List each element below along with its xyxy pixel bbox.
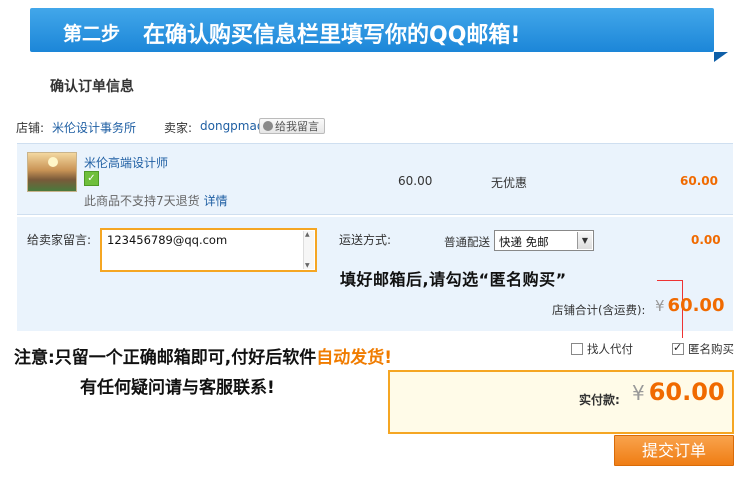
chat-icon [263,121,273,131]
unit-price: 60.00 [398,174,433,188]
seller-badge-icon: ✓ [84,171,99,186]
shipping-fee: 0.00 [691,233,721,247]
seller-name-link[interactable]: dongpmao [200,119,264,133]
details-link[interactable]: 详情 [204,194,228,208]
notice-highlight: 自动发货! [316,348,393,368]
payment-label: 实付款: [579,393,620,407]
proxy-pay-checkbox[interactable] [571,343,583,355]
item-subtotal: 60.00 [680,174,718,188]
anonymous-option[interactable]: 匿名购买 [672,341,734,357]
step-banner: 第二步 在确认购买信息栏里填写你的QQ邮箱! [30,8,728,62]
textarea-scrollbar[interactable] [303,231,314,269]
payment-value: 60.00 [648,378,725,406]
currency-symbol: ¥ [632,381,645,405]
shop-row: 店铺: 米伦设计事务所 卖家: dongpmao 给我留言 [16,118,736,139]
shop-total-value: 60.00 [667,295,725,316]
return-note: 此商品不支持7天退货 [84,194,200,208]
currency-symbol: ¥ [655,297,665,315]
anonymous-label: 匿名购买 [688,342,734,356]
item-thumbnail[interactable] [27,152,77,192]
banner-title: 在确认购买信息栏里填写你的QQ邮箱! [143,23,521,48]
payment-summary: 实付款: ¥60.00 [388,370,734,434]
item-title-link[interactable]: 米伦高端设计师 [84,154,168,171]
banner-ribbon-fold [714,52,728,62]
shop-label: 店铺: [16,121,45,135]
shipping-select[interactable]: 快递 免邮 ▼ [494,230,594,251]
return-policy: 此商品不支持7天退货 详情 [84,192,228,209]
proxy-pay-option[interactable]: 找人代付 [571,341,633,357]
seller-label: 卖家: [164,121,193,135]
message-button-label: 给我留言 [275,120,319,133]
shop-total-label: 店铺合计(含运费): [552,303,646,317]
shipping-label: 运送方式: [339,233,392,247]
shipping-normal: 普通配送 [444,235,490,249]
shop-name-link[interactable]: 米伦设计事务所 [52,119,136,136]
leave-message-label: 给卖家留言: [27,233,92,247]
order-item: 米伦高端设计师 ✓ 此商品不支持7天退货 详情 60.00 无优惠 60.00 [17,143,733,215]
notice-part1: 注意:只留一个正确邮箱即可,付好后软件 [14,348,317,368]
discount: 无优惠 [491,176,528,190]
anonymous-checkbox[interactable] [672,341,684,355]
shop-total: ¥60.00 [655,295,724,316]
leave-message-value: 123456789@qq.com [107,233,228,247]
shipping-select-value: 快递 免邮 [499,235,549,249]
message-seller-button[interactable]: 给我留言 [259,118,325,134]
leave-message-textarea[interactable]: 123456789@qq.com [100,228,317,272]
notice-line-1: 注意:只留一个正确邮箱即可,付好后软件自动发货! [14,343,392,368]
proxy-pay-label: 找人代付 [587,342,633,356]
banner-step: 第二步 [63,23,121,45]
submit-order-button[interactable]: 提交订单 [614,435,734,466]
notice-line-2: 有任何疑问请与客服联系! [80,378,275,398]
dropdown-arrow-icon[interactable]: ▼ [577,232,592,249]
tip-annotation: 填好邮箱后,请勾选“匿名购买” [340,270,567,289]
payment-total: ¥60.00 [632,378,725,406]
section-title: 确认订单信息 [50,79,134,95]
